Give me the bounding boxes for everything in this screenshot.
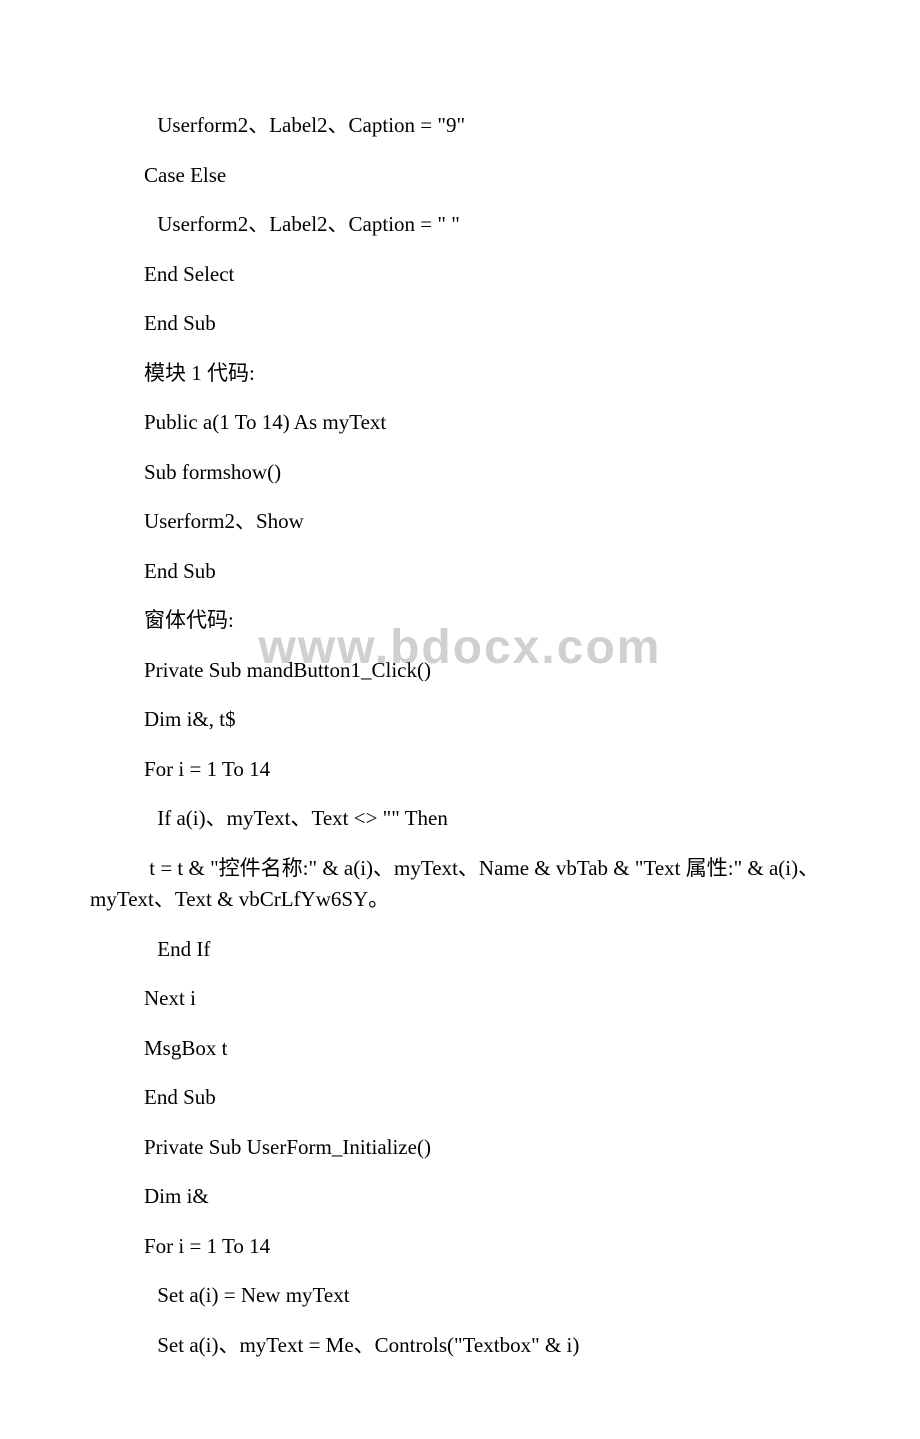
document-page: Userform2、Label2、Caption = "9" Case Else… — [0, 0, 920, 1439]
code-line: Next i — [90, 983, 830, 1015]
code-line: Set a(i) = New myText — [90, 1280, 830, 1312]
code-line: End If — [90, 934, 830, 966]
code-line: Dim i&, t$ — [90, 704, 830, 736]
code-line: For i = 1 To 14 — [90, 754, 830, 786]
code-line: End Sub — [90, 308, 830, 340]
code-line: End Sub — [90, 1082, 830, 1114]
code-line: Private Sub UserForm_Initialize() — [90, 1132, 830, 1164]
code-line: Userform2、Label2、Caption = " " — [90, 209, 830, 241]
code-line: Userform2、Label2、Caption = "9" — [90, 110, 830, 142]
code-line: Public a(1 To 14) As myText — [90, 407, 830, 439]
code-line: Dim i& — [90, 1181, 830, 1213]
code-line: Case Else — [90, 160, 830, 192]
code-line: 窗体代码: — [90, 605, 830, 637]
code-line: If a(i)、myText、Text <> "" Then — [90, 803, 830, 835]
code-line: t = t & "控件名称:" & a(i)、myText、Name & vbT… — [90, 853, 830, 916]
code-line: 模块 1 代码: — [90, 358, 830, 390]
code-line: Sub formshow() — [90, 457, 830, 489]
code-line: Set a(i)、myText = Me、Controls("Textbox" … — [90, 1330, 830, 1362]
code-line: Userform2、Show — [90, 506, 830, 538]
code-line: End Sub — [90, 556, 830, 588]
code-line: For i = 1 To 14 — [90, 1231, 830, 1263]
code-line: Private Sub mandButton1_Click() — [90, 655, 830, 687]
code-line: MsgBox t — [90, 1033, 830, 1065]
code-line: End Select — [90, 259, 830, 291]
